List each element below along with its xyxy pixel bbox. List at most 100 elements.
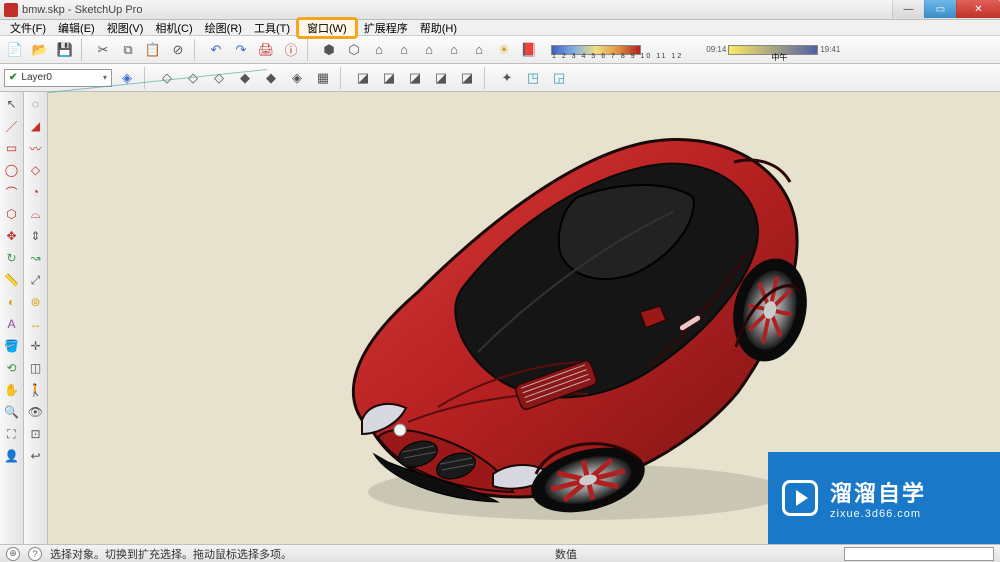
save-button[interactable]: 💾 (54, 39, 76, 61)
window-controls: — ▭ ✕ (892, 0, 1000, 19)
help-book-button[interactable]: 📕 (518, 39, 540, 61)
menu-help[interactable]: 帮助(H) (414, 19, 463, 37)
look-tool[interactable]: 👁 (26, 402, 46, 422)
undo-button[interactable]: ↶ (205, 39, 227, 61)
minimize-button[interactable]: — (892, 0, 924, 18)
menu-window[interactable]: 窗口(W) (296, 17, 358, 39)
status-hint-icon[interactable]: ⊕ (6, 547, 20, 561)
window-title: bmw.skp - SketchUp Pro (22, 4, 892, 16)
view-back-button[interactable]: ⌂ (468, 39, 490, 61)
section-plane-button[interactable]: ◪ (352, 67, 374, 89)
section-group-button[interactable]: ◪ (456, 67, 478, 89)
axis-orbit-button[interactable]: ✦ (496, 67, 518, 89)
shadows-button[interactable]: ☀ (493, 39, 515, 61)
zoom-window-tool[interactable]: ⊡ (26, 424, 46, 444)
prev-view-tool[interactable]: ↩ (26, 446, 46, 466)
followme-tool[interactable]: ↝ (26, 248, 46, 268)
offset-tool[interactable]: ⊚ (26, 292, 46, 312)
section-cut-button[interactable]: ◪ (404, 67, 426, 89)
copy-button[interactable]: ⧉ (117, 39, 139, 61)
polygon-tool[interactable]: ⬡ (2, 204, 22, 224)
view-side-button[interactable]: ⌂ (443, 39, 465, 61)
scale-tool[interactable]: ⤢ (26, 270, 46, 290)
open-file-button[interactable]: 📂 (29, 39, 51, 61)
maximize-button[interactable]: ▭ (924, 0, 956, 18)
watermark-brand: 溜溜自学 (830, 476, 926, 508)
statusbar: ⊕ ? 选择对象。切换到扩充选择。拖动鼠标选择多项。 数值 (0, 544, 1000, 562)
cut-button[interactable]: ✂ (92, 39, 114, 61)
rect-tool[interactable]: ▭ (2, 138, 22, 158)
line-tool[interactable]: ／ (2, 116, 22, 136)
iso-view-1-button[interactable]: ◳ (522, 67, 544, 89)
measurement-input[interactable] (844, 547, 994, 561)
delete-button[interactable]: ⊘ (167, 39, 189, 61)
layer-dropdown[interactable]: ✔ Layer0 ▾ (4, 69, 112, 87)
layer-name: Layer0 (21, 72, 52, 83)
dims-tool[interactable]: ↔ (26, 314, 46, 334)
separator (81, 39, 87, 61)
protractor-tool[interactable]: ◐ (2, 292, 22, 312)
titlebar: bmw.skp - SketchUp Pro — ▭ ✕ (0, 0, 1000, 20)
walk-tool[interactable]: 🚶 (26, 380, 46, 400)
position-camera-tool[interactable]: 👤 (2, 446, 22, 466)
component-button[interactable]: ⬡ (343, 39, 365, 61)
menu-tools[interactable]: 工具(T) (248, 19, 296, 37)
redo-button[interactable]: ↷ (230, 39, 252, 61)
separator (340, 67, 346, 89)
pie-tool[interactable]: ◔ (26, 182, 46, 202)
axes-tool[interactable]: ✛ (26, 336, 46, 356)
model-car[interactable] (278, 102, 838, 532)
text-tool[interactable]: A (2, 314, 22, 334)
pan-tool[interactable]: ✋ (2, 380, 22, 400)
section-tool[interactable]: ◫ (26, 358, 46, 378)
paste-button[interactable]: 📋 (142, 39, 164, 61)
circle-tool[interactable]: ◯ (2, 160, 22, 180)
tool-column-left: ↖ ／ ▭ ◯ ⌒ ⬡ ✥ ↻ 📏 ◐ A 🪣 ⟲ ✋ 🔍 ⛶ 👤 (0, 92, 24, 544)
menu-view[interactable]: 视图(V) (101, 19, 150, 37)
model-info-button[interactable]: ⓘ (280, 39, 302, 61)
toolbar-layers-styles: ✔ Layer0 ▾ ◈ ◇ ◇ ◇ ◆ ◆ ◈ ▦ ◪ ◪ ◪ ◪ ◪ ✦ ◳… (0, 64, 1000, 92)
status-help-icon[interactable]: ? (28, 547, 42, 561)
section-display-button[interactable]: ◪ (378, 67, 400, 89)
menu-edit[interactable]: 编辑(E) (52, 19, 101, 37)
separator (307, 39, 313, 61)
time-mid: 中午 (771, 52, 787, 63)
freehand-tool[interactable]: 〰 (26, 138, 46, 158)
orbit-tool[interactable]: ⟲ (2, 358, 22, 378)
menu-file[interactable]: 文件(F) (4, 19, 52, 37)
view-top-button[interactable]: ⌂ (393, 39, 415, 61)
print-button[interactable]: 🖨 (255, 39, 277, 61)
pushpull-tool[interactable]: ⇕ (26, 226, 46, 246)
hiddenline-button[interactable]: ◇ (208, 67, 230, 89)
select-tool[interactable]: ↖ (2, 94, 22, 114)
separator (194, 39, 200, 61)
style-edit-button[interactable]: ▦ (312, 67, 334, 89)
menu-draw[interactable]: 绘图(R) (199, 19, 248, 37)
measurement-label: 数值 (555, 546, 577, 562)
close-button[interactable]: ✕ (956, 0, 1000, 18)
paint-tool[interactable]: 🪣 (2, 336, 22, 356)
scale-ticks: 1 2 3 4 5 6 7 8 9 10 11 12 (552, 53, 683, 60)
lasso-tool[interactable]: ◌ (26, 94, 46, 114)
monochrome-button[interactable]: ◈ (286, 67, 308, 89)
view-front-button[interactable]: ⌂ (418, 39, 440, 61)
zoom-extents-tool[interactable]: ⛶ (2, 424, 22, 444)
check-icon: ✔ (9, 72, 17, 83)
iso-view-2-button[interactable]: ◲ (548, 67, 570, 89)
eraser-tool[interactable]: ◢ (26, 116, 46, 136)
menu-camera[interactable]: 相机(C) (149, 19, 198, 37)
arc2-tool[interactable]: ⌓ (26, 204, 46, 224)
section-fill-button[interactable]: ◪ (430, 67, 452, 89)
tape-tool[interactable]: 📏 (2, 270, 22, 290)
arc-tool[interactable]: ⌒ (2, 182, 22, 202)
zoom-tool[interactable]: 🔍 (2, 402, 22, 422)
tool-column-right: ◌ ◢ 〰 ◇ ◔ ⌓ ⇕ ↝ ⤢ ⊚ ↔ ✛ ◫ 🚶 👁 ⊡ ↩ (24, 92, 48, 544)
rotate-tool[interactable]: ↻ (2, 248, 22, 268)
rotated-rect-tool[interactable]: ◇ (26, 160, 46, 180)
move-tool[interactable]: ✥ (2, 226, 22, 246)
warehouse-button[interactable]: ⬢ (318, 39, 340, 61)
menu-ext[interactable]: 扩展程序 (358, 19, 414, 37)
xray-button[interactable]: ◇ (156, 67, 178, 89)
view-iso-button[interactable]: ⌂ (368, 39, 390, 61)
new-file-button[interactable]: 📄 (4, 39, 26, 61)
